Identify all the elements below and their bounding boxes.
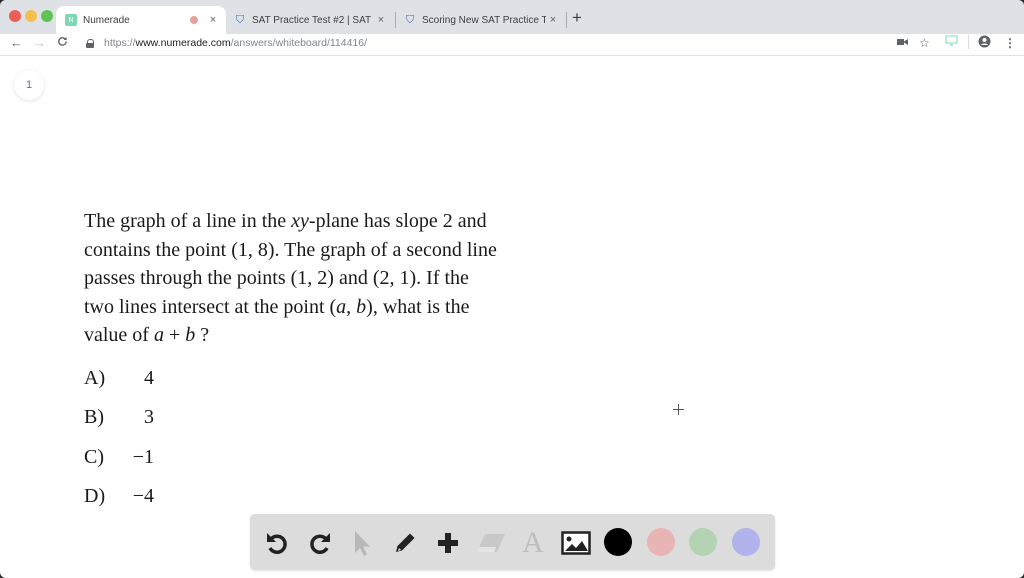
close-tab-icon[interactable]: × bbox=[374, 14, 388, 26]
crosshair-cursor-icon bbox=[673, 404, 684, 415]
maximize-window-button[interactable] bbox=[41, 10, 53, 22]
add-button[interactable] bbox=[433, 528, 463, 558]
tab-separator bbox=[395, 12, 396, 28]
pointer-icon bbox=[355, 531, 370, 556]
answer-choice-c: C) −1 bbox=[84, 446, 154, 468]
question-line: passes through the points (1, 2) and (2,… bbox=[84, 267, 469, 289]
whiteboard-toolbar: A bbox=[250, 514, 775, 570]
numerade-logo-icon: N bbox=[65, 14, 77, 26]
answer-choice-a: A) 4 bbox=[84, 367, 154, 389]
menu-icon[interactable]: ⋮ bbox=[1004, 35, 1016, 51]
tab-title: SAT Practice Test #2 | SAT Su bbox=[252, 14, 374, 26]
pencil-icon bbox=[396, 533, 415, 552]
color-swatch-blue[interactable] bbox=[732, 528, 760, 556]
tab-scoring-sat[interactable]: ⛉ Scoring New SAT Practice Tes × bbox=[398, 6, 566, 34]
account-icon[interactable] bbox=[978, 35, 991, 53]
text-tool-button[interactable]: A bbox=[518, 526, 548, 559]
question-line: The graph of a line in the xy-plane has … bbox=[84, 210, 487, 232]
tab-sat-practice-test[interactable]: ⛉ SAT Practice Test #2 | SAT Su × bbox=[228, 6, 394, 34]
eraser-tool-button[interactable] bbox=[476, 528, 506, 558]
redo-button[interactable] bbox=[305, 528, 335, 558]
star-icon[interactable]: ☆ bbox=[919, 35, 930, 51]
tab-title: Numerade bbox=[83, 14, 130, 26]
pencil-tool-button[interactable] bbox=[390, 528, 420, 558]
undo-button[interactable] bbox=[262, 528, 292, 558]
color-swatch-red[interactable] bbox=[647, 528, 675, 556]
undo-icon bbox=[267, 533, 287, 554]
close-tab-icon[interactable]: × bbox=[206, 14, 220, 26]
url-host: www.numerade.com bbox=[135, 37, 231, 49]
toolbar-divider bbox=[0, 55, 1024, 56]
image-tool-button[interactable] bbox=[561, 528, 591, 558]
new-tab-button[interactable]: + bbox=[572, 8, 582, 28]
url-path: /answers/whiteboard/114416/ bbox=[230, 37, 368, 49]
tab-numerade[interactable]: N Numerade × bbox=[56, 6, 226, 34]
toolbar-divider bbox=[968, 35, 969, 49]
question-text: The graph of a line in the xy-plane has … bbox=[84, 207, 554, 350]
image-icon bbox=[561, 531, 591, 555]
redo-icon bbox=[310, 533, 330, 554]
page-number-badge[interactable]: 1 bbox=[14, 70, 44, 100]
url-scheme: https:// bbox=[104, 37, 136, 49]
select-tool-button[interactable] bbox=[347, 528, 377, 558]
tab-strip: N Numerade × ⛉ SAT Practice Test #2 | SA… bbox=[0, 0, 1024, 34]
close-window-button[interactable] bbox=[9, 10, 21, 22]
tab-separator bbox=[566, 12, 567, 28]
recording-indicator-icon bbox=[190, 16, 198, 24]
eraser-icon bbox=[477, 534, 505, 552]
browser-window: N Numerade × ⛉ SAT Practice Test #2 | SA… bbox=[0, 0, 1024, 578]
camera-icon[interactable] bbox=[897, 35, 908, 51]
shield-icon: ⛉ bbox=[405, 14, 415, 26]
reload-icon bbox=[58, 36, 67, 46]
lock-icon bbox=[86, 38, 95, 48]
tab-title: Scoring New SAT Practice Tes bbox=[422, 14, 546, 26]
back-button[interactable]: ← bbox=[10, 34, 23, 52]
reload-button[interactable] bbox=[57, 34, 68, 52]
address-bar[interactable]: https:// www.numerade.com /answers/white… bbox=[80, 34, 940, 52]
minimize-window-button[interactable] bbox=[25, 10, 37, 22]
color-swatch-black[interactable] bbox=[604, 528, 632, 556]
cast-icon[interactable] bbox=[945, 35, 958, 51]
answer-choice-d: D) −4 bbox=[84, 485, 154, 507]
close-tab-icon[interactable]: × bbox=[546, 14, 560, 26]
browser-toolbar: ← → https:// www.numerade.com /answers/w… bbox=[0, 34, 1024, 54]
shield-icon: ⛉ bbox=[235, 14, 245, 26]
plus-icon bbox=[438, 533, 458, 553]
question-line: value of a + b ? bbox=[84, 324, 210, 346]
question-line: two lines intersect at the point (a, b),… bbox=[84, 295, 470, 318]
question-line: contains the point (1, 8). The graph of … bbox=[84, 238, 497, 261]
color-swatch-green[interactable] bbox=[689, 528, 717, 556]
forward-button[interactable]: → bbox=[33, 34, 46, 52]
answer-choice-b: B) 3 bbox=[84, 406, 154, 428]
